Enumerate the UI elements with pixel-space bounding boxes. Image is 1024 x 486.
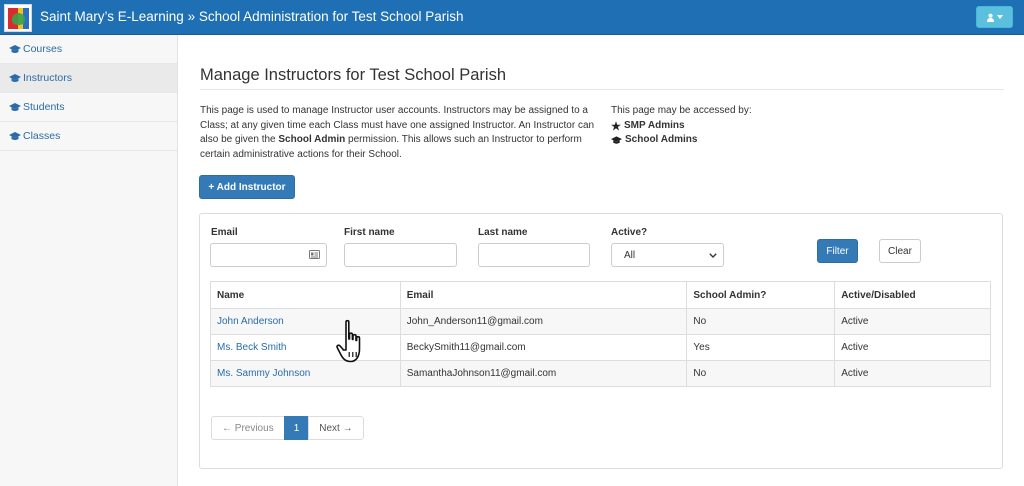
clear-button[interactable]: Clear bbox=[879, 239, 921, 263]
title-divider bbox=[200, 89, 1004, 90]
active-filter-select[interactable]: All bbox=[611, 243, 724, 267]
email-cell: SamanthaJohnson11@gmail.com bbox=[399, 360, 688, 387]
graduation-cap-icon bbox=[611, 136, 622, 144]
column-header-name[interactable]: Name bbox=[210, 281, 401, 309]
name-cell: Ms. Beck Smith bbox=[210, 334, 401, 361]
first-name-filter-input[interactable] bbox=[344, 243, 457, 267]
graduation-cap-icon bbox=[9, 73, 21, 83]
access-role-label: School Admins bbox=[625, 134, 698, 145]
last-name-filter-input[interactable] bbox=[478, 243, 590, 267]
access-info: This page may be accessed by: SMP Admins… bbox=[611, 104, 752, 148]
active-filter-selected: All bbox=[624, 249, 636, 261]
last-name-filter-label: Last name bbox=[478, 227, 528, 238]
instructor-name-link[interactable]: Ms. Beck Smith bbox=[217, 342, 286, 353]
school-admin-cell: No bbox=[686, 308, 836, 335]
caret-down-icon bbox=[997, 15, 1003, 19]
next-page-button[interactable]: Next → bbox=[308, 416, 364, 440]
first-name-filter-label: First name bbox=[344, 227, 395, 238]
access-role-label: SMP Admins bbox=[624, 119, 685, 131]
instructor-name-link[interactable]: John Anderson bbox=[217, 316, 284, 327]
page-1-button[interactable]: 1 bbox=[283, 416, 310, 440]
access-heading: This page may be accessed by: bbox=[611, 105, 752, 116]
sidebar: Courses Instructors Students Classes bbox=[0, 35, 178, 486]
table-row: Ms. Beck Smith BeckySmith11@gmail.com Ye… bbox=[210, 334, 991, 361]
email-cell: BeckySmith11@gmail.com bbox=[399, 334, 688, 361]
app-title[interactable]: Saint Mary’s E-Learning » School Adminis… bbox=[40, 9, 463, 24]
sidebar-item-label: Students bbox=[23, 101, 65, 113]
user-icon bbox=[986, 13, 995, 22]
active-status-cell: Active bbox=[834, 360, 991, 387]
email-cell: John_Anderson11@gmail.com bbox=[399, 308, 688, 335]
instructors-table: Name Email School Admin? Active/Disabled… bbox=[210, 281, 991, 387]
sidebar-item-classes[interactable]: Classes bbox=[0, 122, 177, 151]
sidebar-item-courses[interactable]: Courses bbox=[0, 35, 177, 64]
sidebar-item-instructors[interactable]: Instructors bbox=[0, 64, 177, 93]
pagination: ← Previous 1 Next → bbox=[211, 416, 364, 440]
sidebar-item-label: Instructors bbox=[23, 72, 73, 84]
user-menu-button[interactable] bbox=[976, 6, 1013, 28]
app-logo[interactable] bbox=[4, 4, 32, 32]
description-bold-text: School Admin bbox=[278, 134, 346, 145]
sidebar-item-label: Courses bbox=[23, 43, 63, 55]
graduation-cap-icon bbox=[9, 44, 21, 54]
column-header-school-admin[interactable]: School Admin? bbox=[686, 281, 836, 309]
active-status-cell: Active bbox=[834, 308, 991, 335]
add-instructor-button[interactable]: + Add Instructor bbox=[199, 175, 295, 199]
name-cell: John Anderson bbox=[210, 308, 401, 335]
active-filter-label: Active? bbox=[611, 227, 648, 238]
previous-page-button[interactable]: ← Previous bbox=[211, 416, 285, 440]
graduation-cap-icon bbox=[9, 102, 21, 112]
sidebar-item-label: Classes bbox=[23, 130, 61, 142]
active-status-cell: Active bbox=[834, 334, 991, 361]
table-row: John Anderson John_Anderson11@gmail.com … bbox=[210, 308, 991, 335]
sidebar-item-students[interactable]: Students bbox=[0, 93, 177, 122]
access-role-smp-admins: SMP Admins bbox=[611, 119, 752, 134]
name-cell: Ms. Sammy Johnson bbox=[210, 360, 401, 387]
chevron-down-icon bbox=[709, 252, 717, 258]
instructor-name-link[interactable]: Ms. Sammy Johnson bbox=[217, 368, 310, 379]
email-filter-input[interactable] bbox=[210, 243, 327, 267]
school-admin-cell: Yes bbox=[686, 334, 836, 361]
table-header-row: Name Email School Admin? Active/Disabled bbox=[210, 281, 991, 309]
graduation-cap-icon bbox=[9, 131, 21, 141]
access-role-school-admins: School Admins bbox=[611, 133, 752, 148]
email-filter-label: Email bbox=[211, 227, 238, 238]
column-header-email[interactable]: Email bbox=[399, 281, 688, 309]
page-description: This page is used to manage Instructor u… bbox=[200, 104, 598, 162]
school-admin-cell: No bbox=[686, 360, 836, 387]
star-icon bbox=[611, 121, 621, 131]
page-title: Manage Instructors for Test School Paris… bbox=[200, 66, 507, 84]
top-navbar: Saint Mary’s E-Learning » School Adminis… bbox=[0, 0, 1024, 35]
table-row: Ms. Sammy Johnson SamanthaJohnson11@gmai… bbox=[210, 360, 991, 387]
filter-button[interactable]: Filter bbox=[817, 239, 858, 263]
column-header-active[interactable]: Active/Disabled bbox=[834, 281, 991, 309]
